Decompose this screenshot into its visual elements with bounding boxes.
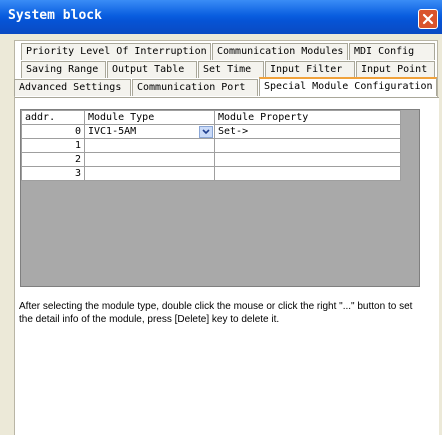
- column-header-module-type: Module Type: [84, 110, 215, 125]
- tab-label: Input Point: [361, 64, 428, 75]
- table-row[interactable]: 1: [21, 138, 401, 153]
- tab-priority-level-of-interruption[interactable]: Priority Level Of Interruption: [21, 43, 211, 60]
- close-icon: [422, 13, 434, 25]
- tab-label: Communication Port: [137, 82, 246, 93]
- tab-input-filter[interactable]: Input Filter: [265, 61, 355, 78]
- system-block-dialog: System block Priority Level Of Interrupt…: [0, 0, 442, 436]
- tab-label: Input Filter: [270, 64, 343, 75]
- tab-input-point[interactable]: Input Point: [356, 61, 435, 78]
- tab-label: Communication Modules: [217, 46, 344, 57]
- module-type-cell[interactable]: [84, 152, 215, 167]
- module-grid[interactable]: addr. Module Type Module Property 0 IVC1…: [20, 109, 420, 287]
- addr-cell: 1: [21, 138, 85, 153]
- module-table: addr. Module Type Module Property 0 IVC1…: [21, 110, 401, 181]
- tab-label: MDI Config: [354, 46, 415, 57]
- table-row[interactable]: 2: [21, 152, 401, 167]
- table-header-row: addr. Module Type Module Property: [21, 110, 401, 125]
- tab-label: Advanced Settings: [19, 82, 122, 93]
- tab-set-time[interactable]: Set Time: [198, 61, 264, 78]
- table-row[interactable]: 3: [21, 166, 401, 181]
- module-property-cell[interactable]: [214, 138, 401, 153]
- addr-cell: 2: [21, 152, 85, 167]
- column-header-module-property: Module Property: [214, 110, 401, 125]
- tab-label: Special Module Configuration: [264, 81, 433, 92]
- tab-saving-range[interactable]: Saving Range: [21, 61, 106, 78]
- module-type-value: IVC1-5AM: [88, 126, 137, 137]
- window-title: System block: [8, 8, 102, 23]
- column-header-addr: addr.: [21, 110, 85, 125]
- help-text: After selecting the module type, double …: [19, 301, 413, 325]
- module-type-cell[interactable]: [84, 138, 215, 153]
- tab-label: Output Table: [112, 64, 185, 75]
- chevron-down-icon: [202, 129, 210, 135]
- module-property-cell[interactable]: Set->: [214, 124, 401, 139]
- tab-communication-port[interactable]: Communication Port: [132, 79, 258, 96]
- tab-label: Set Time: [203, 64, 252, 75]
- addr-cell: 3: [21, 166, 85, 181]
- addr-cell: 0: [21, 124, 85, 139]
- title-bar[interactable]: System block: [0, 0, 442, 34]
- tab-advanced-settings[interactable]: Advanced Settings: [14, 79, 131, 96]
- tab-output-table[interactable]: Output Table: [107, 61, 197, 78]
- module-property-cell[interactable]: [214, 166, 401, 181]
- tab-label: Saving Range: [26, 64, 99, 75]
- dropdown-button[interactable]: [199, 126, 213, 138]
- module-type-select[interactable]: IVC1-5AM: [84, 124, 215, 139]
- module-property-cell[interactable]: [214, 152, 401, 167]
- tab-special-module-configuration[interactable]: Special Module Configuration: [259, 77, 437, 96]
- module-type-cell[interactable]: [84, 166, 215, 181]
- tab-communication-modules[interactable]: Communication Modules: [212, 43, 348, 60]
- table-row[interactable]: 0 IVC1-5AM Set->: [21, 124, 401, 139]
- tab-mdi-config[interactable]: MDI Config: [349, 43, 435, 60]
- tab-label: Priority Level Of Interruption: [26, 46, 207, 57]
- close-button[interactable]: [418, 9, 438, 29]
